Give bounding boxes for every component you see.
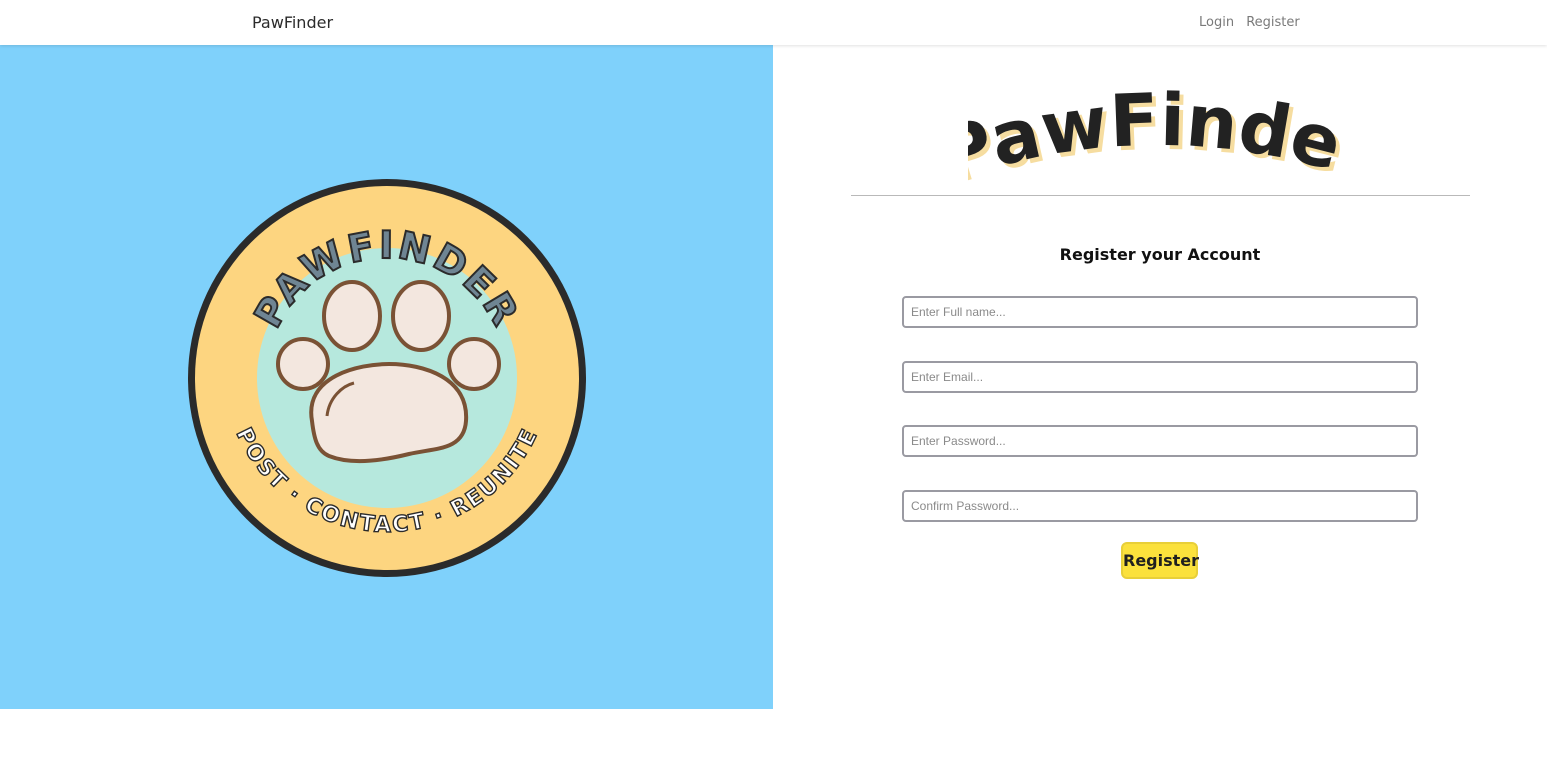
register-panel: PawFinder PawFinder Register your Accoun… [773, 45, 1547, 709]
email-input[interactable] [902, 361, 1418, 393]
form-title: Register your Account [1059, 245, 1261, 264]
nav-links: Login Register [1199, 15, 1308, 30]
pawfinder-wordmark-logo: PawFinder PawFinder [968, 85, 1348, 185]
hero-panel: PAWFINDER POST · CONTACT · REUNITE [0, 45, 773, 709]
full-name-input[interactable] [902, 296, 1418, 328]
password-input[interactable] [902, 425, 1418, 457]
top-navbar: PawFinder Login Register [0, 0, 1547, 45]
confirm-password-input[interactable] [902, 490, 1418, 522]
register-button[interactable]: Register [1121, 542, 1199, 579]
pawfinder-badge-logo: PAWFINDER POST · CONTACT · REUNITE [188, 179, 586, 577]
brand-link[interactable]: PawFinder [252, 13, 333, 32]
register-link[interactable]: Register [1246, 15, 1300, 30]
divider [851, 195, 1470, 196]
login-link[interactable]: Login [1199, 15, 1234, 30]
